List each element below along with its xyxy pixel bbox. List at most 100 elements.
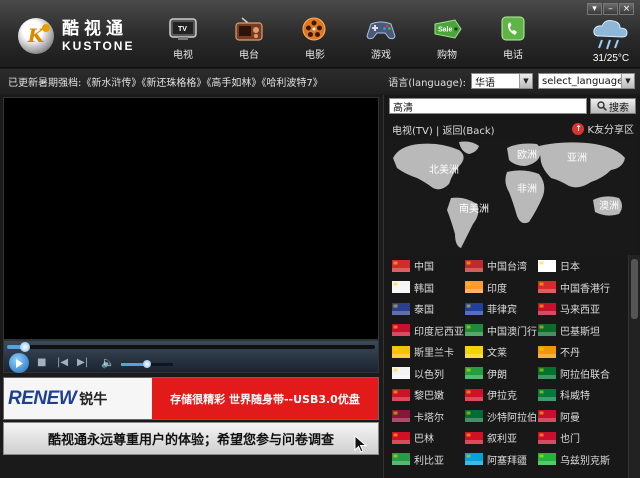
country-label: 中国	[414, 262, 434, 273]
weather-widget: 31/25°C	[586, 16, 636, 64]
flag-icon	[392, 431, 410, 444]
country-label: 日本	[560, 262, 580, 273]
volume-slider[interactable]	[121, 360, 173, 368]
window-controls: ▾ – ×	[587, 3, 634, 15]
country-item[interactable]: 利比亚	[392, 453, 444, 467]
window-menu-button[interactable]: ▾	[587, 3, 602, 15]
country-label: 斯里兰卡	[414, 348, 454, 359]
country-item[interactable]: 乌兹别克斯	[538, 453, 610, 467]
country-item[interactable]: 巴林	[392, 431, 434, 445]
video-player[interactable]	[3, 97, 379, 340]
nav-movie-label: 电影	[305, 50, 325, 61]
country-item[interactable]: 伊朗	[465, 367, 507, 381]
map-label-asia: 亚洲	[567, 152, 587, 164]
back-link[interactable]: 返回(Back)	[443, 126, 495, 137]
progress-bar[interactable]	[7, 342, 375, 352]
country-item[interactable]: 马来西亚	[538, 302, 600, 316]
flag-icon	[465, 367, 483, 379]
next-icon[interactable]: ▶|	[77, 358, 88, 368]
nav-shopping[interactable]: Sale 购物	[414, 14, 480, 61]
country-item[interactable]: 文莱	[465, 345, 507, 359]
chevron-down-icon: ▼	[519, 74, 532, 88]
nav-games[interactable]: 游戏	[348, 14, 414, 61]
progress-handle[interactable]	[19, 342, 30, 352]
flag-icon	[465, 302, 483, 315]
country-item[interactable]: 巴基斯坦	[538, 324, 600, 338]
select-language-dropdown[interactable]: select_language ▼	[538, 73, 635, 89]
volume-icon[interactable]: 🔈	[101, 357, 115, 368]
scroll-thumb[interactable]	[631, 259, 638, 319]
nav-tv[interactable]: TV 电视	[150, 14, 216, 61]
select-language-value: select_language	[542, 75, 624, 87]
country-item[interactable]: 菲律宾	[465, 302, 517, 316]
country-item[interactable]: 阿拉伯联合	[538, 367, 610, 381]
world-map[interactable]: 北美洲 欧洲 亚洲 非洲 南美洲 澳洲	[389, 138, 637, 255]
country-item[interactable]: 日本	[538, 259, 580, 273]
country-item[interactable]: 阿塞拜疆	[465, 453, 527, 467]
ad-banner[interactable]: RENEW 锐牛 存储很精彩 世界随身带--USB3.0优盘	[3, 377, 379, 420]
tv-link[interactable]: 电视(TV)	[392, 126, 433, 137]
country-item[interactable]: 中国香港行	[538, 281, 610, 295]
logo-badge-icon: K	[18, 18, 54, 54]
country-item[interactable]: 阿曼	[538, 410, 580, 424]
country-item[interactable]: 也门	[538, 431, 580, 445]
nav-phone[interactable]: 电话	[480, 14, 546, 61]
country-item[interactable]: 韩国	[392, 281, 434, 295]
nav-radio[interactable]: 电台	[216, 14, 282, 61]
search-input[interactable]	[389, 98, 587, 114]
nav-tv-label: 电视	[173, 50, 193, 61]
survey-button[interactable]: 酷视通永远尊重用户的体验；希望您参与问卷调查	[3, 422, 379, 455]
flag-icon	[465, 281, 483, 293]
country-item[interactable]: 印度尼西亚	[392, 324, 464, 338]
country-label: 沙特阿拉伯	[487, 412, 537, 424]
share-link[interactable]: ↑ K友分享区	[572, 121, 634, 136]
previous-icon[interactable]: |◀	[57, 358, 68, 368]
country-item[interactable]: 科威特	[538, 388, 590, 402]
country-item[interactable]: 中国台湾	[465, 259, 527, 273]
country-item[interactable]: 中国澳门行	[465, 324, 537, 338]
flag-icon	[538, 410, 556, 422]
right-panel: 搜索 电视(TV) | 返回(Back) ↑ K友分享区 北美洲 欧洲 亚洲 非…	[383, 95, 640, 478]
stop-icon[interactable]: ■	[37, 358, 46, 368]
updates-marquee[interactable]: 已更新暑期强档:《新水浒传》《新还珠格格》《高手如林》《哈利波特7》	[0, 74, 323, 89]
minimize-button[interactable]: –	[603, 3, 618, 15]
country-label: 叙利亚	[487, 434, 517, 445]
close-button[interactable]: ×	[619, 3, 634, 15]
language-select-value: 华语	[475, 77, 495, 89]
ad-brand: RENEW 锐牛	[4, 378, 152, 419]
language-select[interactable]: 华语 ▼	[471, 73, 533, 89]
flag-icon	[465, 324, 483, 336]
country-item[interactable]: 印度	[465, 281, 507, 295]
country-item[interactable]: 伊拉克	[465, 388, 517, 402]
search-button[interactable]: 搜索	[590, 98, 636, 114]
ad-brand-en: RENEW	[8, 387, 77, 409]
nav-movie[interactable]: 电影	[282, 14, 348, 61]
country-item[interactable]: 斯里兰卡	[392, 345, 454, 359]
country-item[interactable]: 泰国	[392, 302, 434, 316]
country-scrollbar[interactable]	[628, 255, 640, 478]
film-reel-icon	[299, 14, 331, 44]
country-item[interactable]: 沙特阿拉伯	[465, 410, 537, 424]
language-area: 语言(language): 华语 ▼ select_language ▼	[388, 73, 635, 89]
cursor-icon	[354, 435, 368, 453]
play-button[interactable]	[9, 353, 29, 373]
country-item[interactable]: 叙利亚	[465, 431, 517, 445]
search-button-label: 搜索	[609, 102, 629, 114]
country-item[interactable]: 不丹	[538, 345, 580, 359]
flag-icon	[538, 453, 556, 465]
country-item[interactable]: 卡塔尔	[392, 410, 444, 424]
country-item[interactable]: 黎巴嫩	[392, 388, 444, 402]
flag-icon	[538, 388, 556, 401]
map-label-africa: 非洲	[517, 183, 537, 195]
flag-icon	[392, 410, 410, 422]
app-name-en: KUSTONE	[62, 38, 135, 53]
chevron-down-icon: ▼	[621, 74, 634, 88]
phone-icon	[497, 14, 529, 44]
flag-icon	[538, 431, 556, 444]
volume-handle[interactable]	[143, 360, 151, 368]
country-item[interactable]: 以色列	[392, 367, 444, 381]
country-label: 巴基斯坦	[560, 326, 600, 338]
country-label: 乌兹别克斯	[560, 455, 610, 467]
flag-icon	[392, 345, 410, 358]
country-item[interactable]: 中国	[392, 259, 434, 273]
